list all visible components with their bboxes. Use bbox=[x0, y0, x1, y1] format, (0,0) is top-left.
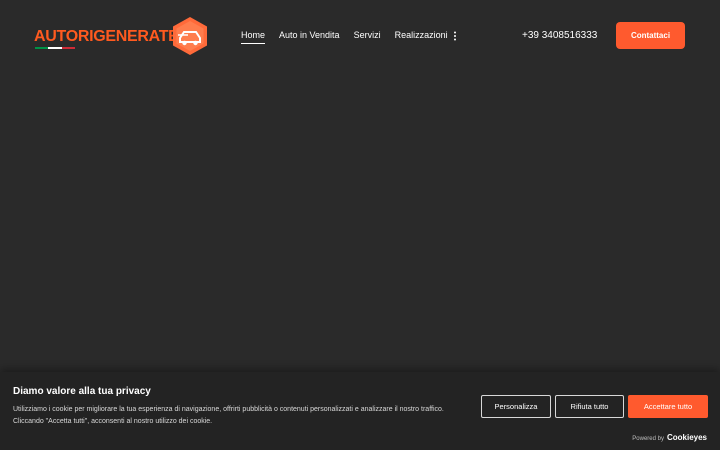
site-header: AUTORIGENERATE.IT Home Auto in Vendita S… bbox=[0, 0, 720, 72]
hexagon-car-logo-icon bbox=[173, 17, 207, 55]
main-nav: Home Auto in Vendita Servizi Realizzazio… bbox=[241, 30, 448, 44]
cookie-description: Utilizziamo i cookie per migliorare la t… bbox=[13, 406, 444, 425]
phone-link[interactable]: +39 3408516333 bbox=[522, 30, 597, 41]
more-vertical-icon[interactable] bbox=[453, 31, 457, 41]
nav-item-servizi[interactable]: Servizi bbox=[354, 30, 381, 40]
accept-all-button[interactable]: Accettare tutto bbox=[628, 395, 708, 418]
nav-item-auto-in-vendita[interactable]: Auto in Vendita bbox=[279, 30, 340, 40]
customize-button[interactable]: Personalizza bbox=[481, 395, 551, 418]
contact-button[interactable]: Contattaci bbox=[616, 22, 685, 49]
cookieyes-logo: Cookieyes bbox=[666, 433, 707, 442]
powered-by-label: Powered by bbox=[632, 436, 664, 442]
cookie-title: Diamo valore alla tua privacy bbox=[13, 386, 151, 397]
italian-flag-stripe bbox=[35, 47, 75, 49]
reject-all-button[interactable]: Rifiuta tutto bbox=[555, 395, 624, 418]
cookie-banner: Diamo valore alla tua privacy Utilizziam… bbox=[0, 372, 720, 450]
page: AUTORIGENERATE.IT Home Auto in Vendita S… bbox=[0, 0, 720, 450]
nav-item-home[interactable]: Home bbox=[241, 30, 266, 44]
nav-item-realizzazioni[interactable]: Realizzazioni bbox=[395, 30, 448, 40]
powered-by[interactable]: Powered by Cookieyes bbox=[632, 433, 707, 442]
site-logo[interactable]: AUTORIGENERATE.IT bbox=[34, 16, 210, 56]
